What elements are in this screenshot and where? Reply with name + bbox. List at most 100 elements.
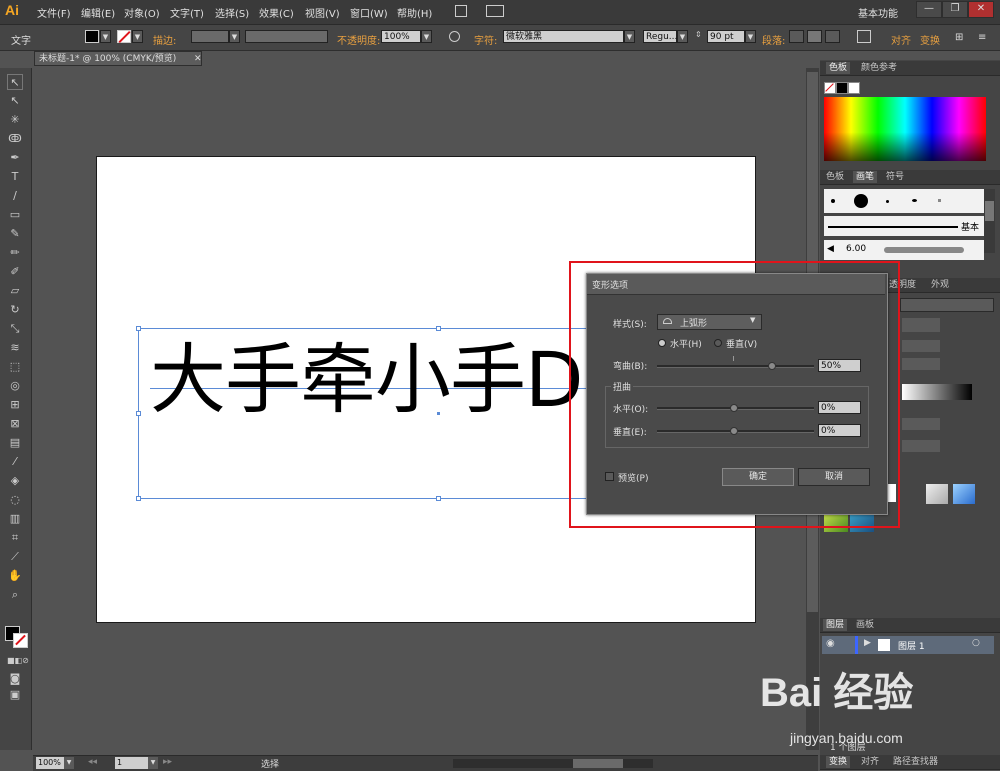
brush-dot-light[interactable] (938, 199, 941, 202)
horizontal-scrollbar[interactable] (453, 759, 653, 768)
draw-mode-icon[interactable]: ◙ (7, 671, 23, 687)
warped-text-object[interactable]: 大手牵小手DS (150, 318, 631, 428)
pen-tool-icon[interactable]: ✒ (7, 150, 23, 166)
stroke-dropdown[interactable]: ▼ (132, 30, 143, 43)
brush-scroll-thumb[interactable] (985, 201, 994, 221)
handle-middle-left[interactable] (136, 411, 141, 416)
menu-type[interactable]: 文字(T) (170, 5, 204, 20)
minimize-button[interactable]: — (916, 1, 942, 18)
color-spectrum[interactable] (824, 97, 986, 161)
font-size-input[interactable]: 90 pt (707, 30, 745, 43)
shape-builder-tool-icon[interactable]: ◎ (7, 378, 23, 394)
recolor-icon[interactable] (449, 31, 460, 42)
menu-edit[interactable]: 编辑(E) (81, 5, 115, 20)
menu-select[interactable]: 选择(S) (215, 5, 249, 20)
free-transform-tool-icon[interactable]: ⬚ (7, 359, 23, 375)
menu-window[interactable]: 窗口(W) (350, 5, 388, 20)
brush-dot-oval[interactable] (912, 199, 917, 202)
paragraph-label[interactable]: 段落: (762, 32, 785, 47)
brush-calligraphic-row[interactable]: ◀ 6.00 (824, 240, 984, 260)
handle-bottom-center[interactable] (436, 496, 441, 501)
lasso-tool-icon[interactable]: ↂ (7, 131, 23, 147)
magic-wand-tool-icon[interactable]: ✳ (7, 112, 23, 128)
handle-top-left[interactable] (136, 326, 141, 331)
bridge-icon[interactable] (455, 5, 467, 17)
font-size-dropdown[interactable]: ▼ (745, 30, 756, 43)
tab-swatches[interactable]: 色板 (823, 171, 847, 183)
artboard-dropdown[interactable]: ▼ (148, 757, 158, 769)
variable-width-select[interactable] (245, 30, 328, 43)
isolate-icon[interactable]: ⊞ (955, 32, 963, 43)
menu-help[interactable]: 帮助(H) (397, 5, 432, 20)
gradient-field-3[interactable] (902, 418, 940, 430)
transform-panel-link[interactable]: 变换 (920, 32, 940, 47)
artboard-number-input[interactable]: 1 (115, 757, 148, 769)
style-select[interactable]: 上弧形 ▼ (657, 314, 762, 330)
stroke-weight-input[interactable] (191, 30, 229, 43)
direct-selection-tool-icon[interactable]: ↖ (7, 93, 23, 109)
rotate-tool-icon[interactable]: ↻ (7, 302, 23, 318)
stroke-label[interactable]: 描边: (153, 32, 176, 47)
size-stepper-icon[interactable]: ⇕ (695, 30, 704, 43)
brush-dot-small[interactable] (831, 199, 835, 203)
gradient-slider[interactable] (902, 384, 972, 400)
brush-preview-row[interactable] (824, 189, 984, 213)
eraser-tool-icon[interactable]: ▱ (7, 283, 23, 299)
font-style-dropdown[interactable]: ▼ (677, 30, 688, 43)
tab-brushes[interactable]: 画笔 (853, 171, 878, 183)
bend-slider-thumb[interactable] (768, 362, 776, 370)
menu-effect[interactable]: 效果(C) (259, 5, 294, 20)
black-swatch[interactable] (836, 82, 848, 94)
tab-align[interactable]: 对齐 (858, 756, 882, 768)
preview-label[interactable]: 预览(P) (618, 471, 648, 484)
align-center-icon[interactable] (807, 30, 822, 43)
menu-file[interactable]: 文件(F) (37, 5, 71, 20)
close-window-button[interactable]: ✕ (968, 1, 994, 18)
font-family-dropdown[interactable]: ▼ (624, 30, 635, 43)
cancel-button[interactable]: 取消 (798, 468, 870, 486)
horizontal-radio-label[interactable]: 水平(H) (670, 337, 702, 350)
brush-basic-row[interactable]: 基本 (824, 216, 984, 236)
line-tool-icon[interactable]: ∕ (7, 188, 23, 204)
graphic-style-swatch-3[interactable] (953, 484, 975, 504)
align-left-icon[interactable] (789, 30, 804, 43)
hand-tool-icon[interactable]: ✋ (7, 568, 23, 584)
none-swatch[interactable] (824, 82, 836, 94)
color-mode-icon[interactable]: ■◧⊘ (7, 653, 29, 669)
distort-vertical-input[interactable]: 0% (818, 424, 861, 437)
layer-row[interactable]: ◉ ▶ 图层 1 ○ (822, 636, 994, 654)
opacity-dropdown[interactable]: ▼ (421, 30, 432, 43)
visibility-eye-icon[interactable]: ◉ (826, 638, 835, 649)
brush-dot-large[interactable] (854, 194, 868, 208)
symbol-sprayer-tool-icon[interactable]: ◌ (7, 492, 23, 508)
brush-scrollbar[interactable] (984, 189, 995, 253)
paintbrush-tool-icon[interactable]: ✎ (7, 226, 23, 242)
brush-dot-tiny[interactable] (886, 200, 889, 203)
slice-tool-icon[interactable]: ⟋ (7, 549, 23, 565)
blend-tool-icon[interactable]: ◈ (7, 473, 23, 489)
type-tool-icon[interactable]: T (7, 169, 23, 185)
zoom-dropdown[interactable]: ▼ (64, 757, 74, 769)
tab-symbols[interactable]: 符号 (883, 171, 907, 183)
screen-mode-icon[interactable]: ▣ (7, 687, 23, 703)
tab-transform[interactable]: 变换 (826, 756, 851, 768)
vertical-radio[interactable] (714, 339, 722, 347)
graphic-style-swatch-2[interactable] (926, 484, 948, 504)
perspective-grid-tool-icon[interactable]: ⊞ (7, 397, 23, 413)
font-family-input[interactable]: 微软雅黑 (503, 30, 624, 43)
opacity-label[interactable]: 不透明度: (337, 32, 380, 47)
pencil-tool-icon[interactable]: ✏ (7, 245, 23, 261)
dialog-titlebar[interactable]: 变形选项 (587, 274, 885, 295)
opacity-input[interactable]: 100% (381, 30, 421, 43)
workspace-switcher[interactable]: 基本功能 (858, 5, 898, 20)
zoom-tool-icon[interactable]: ⌕ (7, 587, 23, 603)
panel-menu-icon[interactable]: ≡ (978, 32, 986, 43)
horizontal-scroll-thumb[interactable] (573, 759, 623, 768)
font-style-input[interactable]: Regu... (643, 30, 677, 43)
rectangle-tool-icon[interactable]: ▭ (7, 207, 23, 223)
layer-name[interactable]: 图层 1 (898, 639, 925, 652)
menu-object[interactable]: 对象(O) (124, 5, 160, 20)
tab-swatches-color[interactable]: 色板 (826, 62, 851, 74)
character-label[interactable]: 字符: (474, 32, 497, 47)
menu-view[interactable]: 视图(V) (305, 5, 340, 20)
